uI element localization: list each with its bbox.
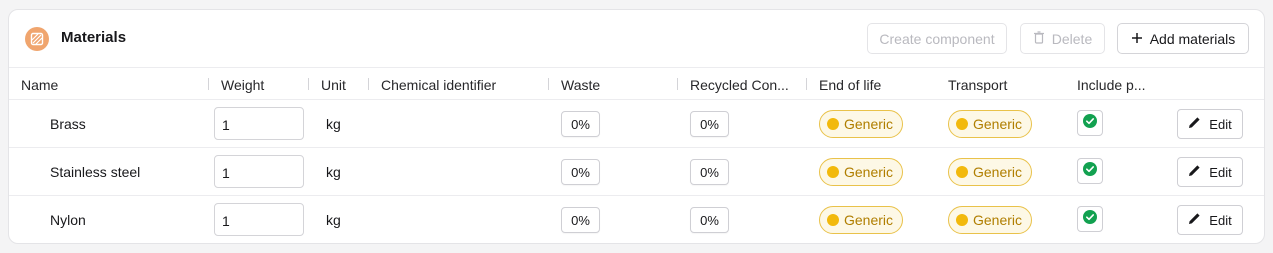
status-dot-icon [956,118,968,130]
pencil-icon [1188,212,1201,228]
edit-label: Edit [1209,116,1232,132]
end-of-life-badge[interactable]: Generic [819,158,904,186]
column-waste[interactable]: Waste [561,77,600,93]
weight-input[interactable]: 1 [214,107,304,140]
materials-card: Materials Create component Delete Add ma… [8,9,1265,244]
transport-label: Generic [973,212,1023,228]
edit-button[interactable]: Edit [1177,205,1243,235]
end-of-life-badge[interactable]: Generic [819,110,904,138]
end-of-life-badge[interactable]: Generic [819,206,904,234]
column-end-of-life[interactable]: End of life [819,77,881,93]
column-resize-handle[interactable] [308,78,309,90]
status-dot-icon [827,166,839,178]
column-chemical-identifier[interactable]: Chemical identifier [381,77,496,93]
end-of-life-label: Generic [844,116,894,132]
table-row: Nylon 1 kg 0% 0% Generic Generic Edit [9,196,1264,243]
end-of-life-label: Generic [844,164,894,180]
trash-icon [1033,30,1045,47]
page-title: Materials [61,29,127,46]
waste-value[interactable]: 0% [561,159,600,185]
materials-icon [25,27,49,51]
pencil-icon [1188,116,1201,132]
waste-value[interactable]: 0% [561,111,600,137]
transport-label: Generic [973,116,1023,132]
column-unit[interactable]: Unit [321,77,346,93]
status-dot-icon [827,214,839,226]
create-component-label: Create component [879,30,995,47]
column-weight[interactable]: Weight [221,77,264,93]
column-resize-handle[interactable] [368,78,369,90]
edit-button[interactable]: Edit [1177,109,1243,139]
include-checkbox[interactable] [1077,206,1103,232]
weight-input[interactable]: 1 [214,203,304,236]
edit-button[interactable]: Edit [1177,157,1243,187]
create-component-button[interactable]: Create component [867,23,1007,54]
material-name: Nylon [50,212,86,228]
plus-icon [1131,31,1143,47]
add-materials-button[interactable]: Add materials [1117,23,1249,54]
recycled-content-value[interactable]: 0% [690,159,729,185]
add-materials-label: Add materials [1149,30,1236,47]
table-body: Brass 1 kg 0% 0% Generic Generic Edit St… [9,100,1264,243]
unit-value: kg [326,164,341,180]
delete-label: Delete [1051,30,1093,47]
column-name[interactable]: Name [21,77,58,93]
weight-input[interactable]: 1 [214,155,304,188]
status-dot-icon [827,118,839,130]
pencil-icon [1188,164,1201,180]
include-checkbox[interactable] [1077,158,1103,184]
waste-value[interactable]: 0% [561,207,600,233]
status-dot-icon [956,166,968,178]
column-resize-handle[interactable] [208,78,209,90]
check-circle-icon [1083,209,1097,229]
table-header: Name Weight Unit Chemical identifier Was… [9,67,1264,100]
materials-header: Materials Create component Delete Add ma… [9,10,1264,67]
table-row: Stainless steel 1 kg 0% 0% Generic Gener… [9,148,1264,196]
column-resize-handle[interactable] [548,78,549,90]
recycled-content-value[interactable]: 0% [690,207,729,233]
column-recycled-content[interactable]: Recycled Con... [690,77,789,93]
column-resize-handle[interactable] [677,78,678,90]
column-resize-handle[interactable] [806,78,807,90]
check-circle-icon [1083,113,1097,133]
check-circle-icon [1083,161,1097,181]
edit-label: Edit [1209,212,1232,228]
include-checkbox[interactable] [1077,110,1103,136]
material-name: Stainless steel [50,164,141,180]
material-name: Brass [50,116,86,132]
unit-value: kg [326,116,341,132]
unit-value: kg [326,212,341,228]
table-row: Brass 1 kg 0% 0% Generic Generic Edit [9,100,1264,148]
transport-badge[interactable]: Generic [948,206,1033,234]
transport-badge[interactable]: Generic [948,110,1033,138]
column-include[interactable]: Include p... [1077,77,1146,93]
transport-label: Generic [973,164,1023,180]
status-dot-icon [956,214,968,226]
transport-badge[interactable]: Generic [948,158,1033,186]
recycled-content-value[interactable]: 0% [690,111,729,137]
edit-label: Edit [1209,164,1232,180]
column-transport[interactable]: Transport [948,77,1007,93]
end-of-life-label: Generic [844,212,894,228]
delete-button[interactable]: Delete [1020,23,1105,54]
